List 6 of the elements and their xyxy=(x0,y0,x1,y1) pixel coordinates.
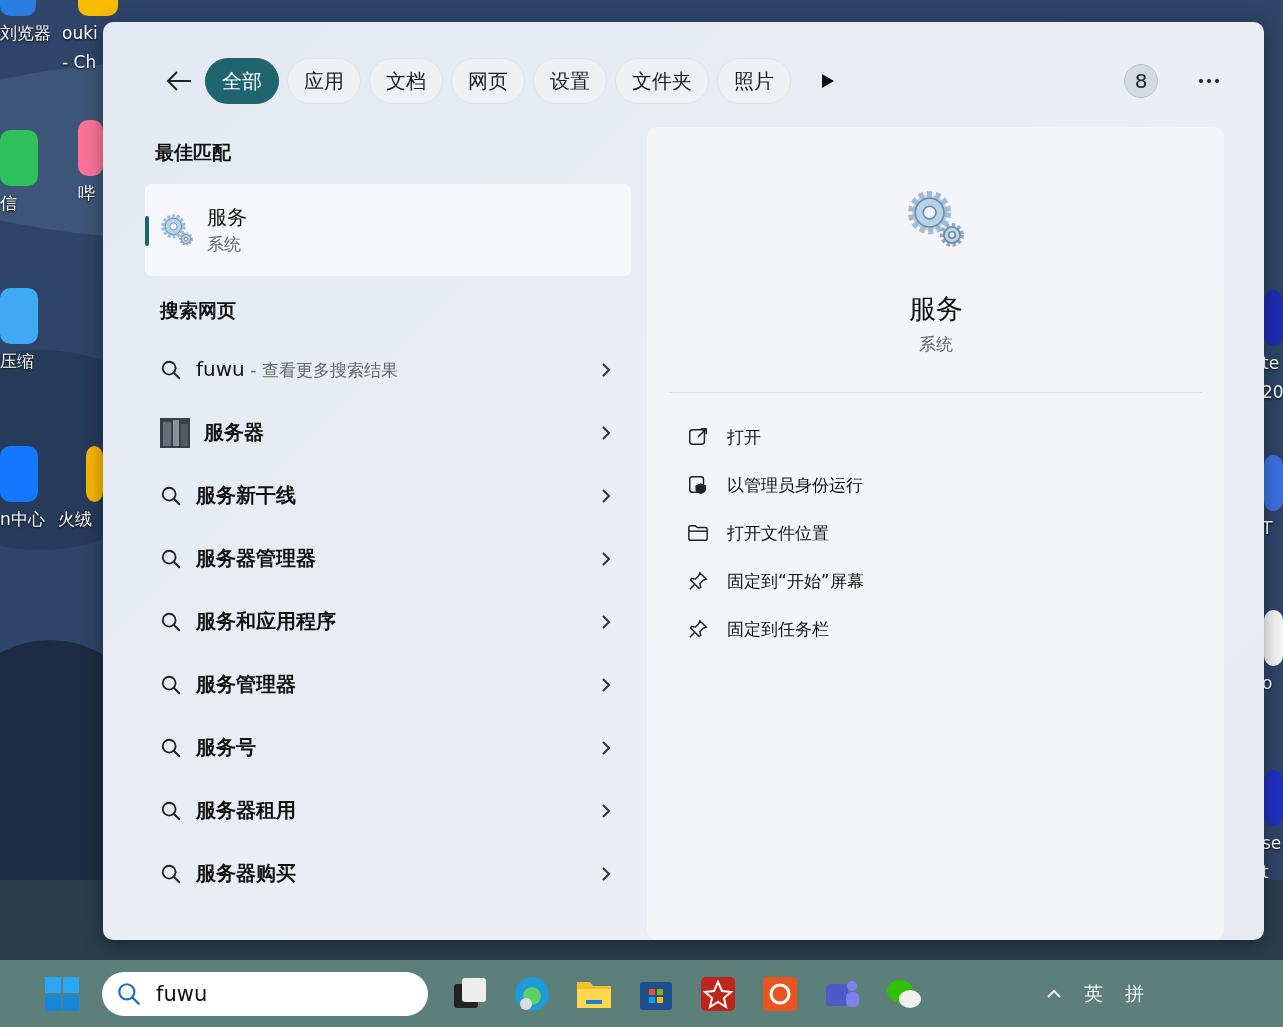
caret-icon[interactable] xyxy=(1046,988,1062,999)
search-icon xyxy=(116,980,142,1007)
input-method-indicator[interactable]: 英 xyxy=(1084,980,1103,1007)
search-bar[interactable]: fuwu xyxy=(102,971,428,1016)
search-input[interactable]: fuwu xyxy=(154,980,358,1007)
input-method-indicator[interactable]: 拼 xyxy=(1125,980,1144,1007)
